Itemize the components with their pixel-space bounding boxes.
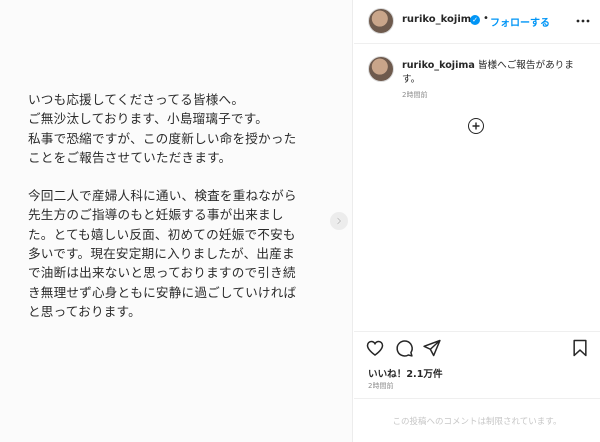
separator-dot: •	[483, 13, 489, 24]
post-text-line: ご無沙汰しております、小島瑠璃子です。	[28, 111, 269, 127]
likes-count[interactable]: いいね！2.1万件	[368, 366, 443, 380]
post-side-panel: ruriko_kojima ✓ • フォローする ruriko_kojima 皆…	[354, 0, 600, 442]
verified-badge-icon: ✓	[470, 15, 480, 25]
post-text-line: き無理せず心身ともに安静に過ごしていければ	[28, 284, 297, 300]
comment-area: この投稿へのコメントは制限されています。	[354, 398, 600, 442]
header-username[interactable]: ruriko_kojima	[402, 14, 478, 25]
post-text-line: た。とても嬉しい反面、初めての妊娠で不安も	[28, 226, 296, 242]
post-text-line: と思っております。	[28, 303, 141, 319]
post-text-line: 先生方のご指導のもと妊娠する事が出来まし	[28, 207, 284, 223]
next-image-button[interactable]	[330, 212, 348, 230]
caption-avatar[interactable]	[368, 56, 394, 82]
caption-text: ruriko_kojima 皆様へご報告があります。	[402, 59, 592, 87]
post-text-line: 今回二人で産婦人科に通い、検査を重ねながら	[28, 188, 297, 204]
share-icon[interactable]	[422, 338, 442, 358]
post-time: 2時間前	[368, 382, 394, 390]
follow-button[interactable]: フォローする	[490, 14, 550, 29]
post-text-line: ことをご報告させていただきます。	[28, 149, 232, 165]
chevron-right-icon	[336, 217, 342, 225]
bookmark-icon[interactable]	[570, 338, 590, 358]
post-text-line: 私事で恐縮ですが、この度新しい命を授かった	[28, 130, 297, 146]
action-bar	[354, 331, 600, 361]
avatar[interactable]	[368, 8, 394, 34]
comment-icon[interactable]	[394, 338, 414, 358]
post-image-text: いつも応援してくださってる皆様へ。 ご無沙汰しております、小島瑠璃子です。 私事…	[28, 90, 340, 321]
post-text-line: 多いです。現在安定期に入りましたが、出産ま	[28, 246, 295, 262]
caption-time: 2時間前	[402, 91, 428, 99]
post-text-line: いつも応援してくださってる皆様へ。	[28, 92, 245, 107]
comments-restricted-notice: この投稿へのコメントは制限されています。	[392, 417, 562, 427]
post-header: ruriko_kojima ✓ • フォローする	[354, 0, 600, 44]
post-image: いつも応援してくださってる皆様へ。 ご無沙汰しております、小島瑠璃子です。 私事…	[0, 0, 353, 442]
more-icon[interactable]	[576, 12, 590, 26]
caption-username[interactable]: ruriko_kojima	[402, 60, 475, 71]
heart-icon[interactable]	[365, 338, 385, 358]
plus-circle-icon[interactable]	[468, 118, 484, 134]
post-text-line: で油断は出来ないと思っておりますので引き続	[28, 265, 296, 281]
